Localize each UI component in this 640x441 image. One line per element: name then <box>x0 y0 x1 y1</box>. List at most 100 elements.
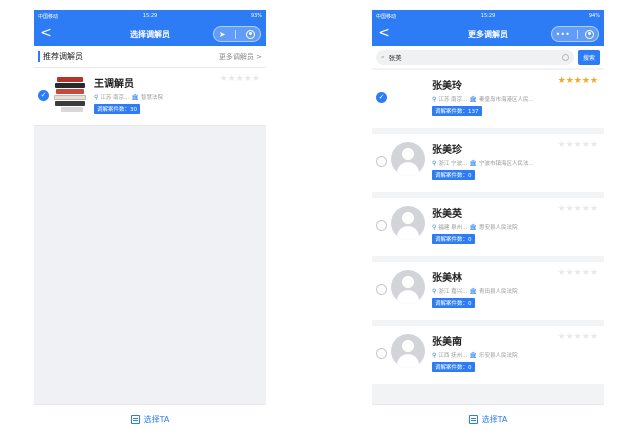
recommend-section-header: 推荐调解员 更多调解员 > <box>34 46 266 68</box>
unselected-radio-icon[interactable] <box>376 220 387 231</box>
unselected-radio-icon[interactable] <box>376 156 387 167</box>
location-arrow-icon[interactable]: ➤ <box>219 30 226 39</box>
doc-icon <box>468 415 478 424</box>
book-shape <box>55 101 85 106</box>
star-icon: ★ <box>565 140 574 150</box>
book-shape <box>56 89 84 94</box>
mediator-card[interactable]: 张美英 ★★★★★ ⚲ 福建 泉州... 🏛 惠安县人民法院 调解案件数：0 <box>372 198 604 256</box>
star-icon: ★ <box>573 268 582 278</box>
star-icon: ★ <box>219 74 228 84</box>
mediator-card[interactable]: 张美林 ★★★★★ ⚲ 浙江 嘉兴... 🏛 青田县人民法院 调解案件数：0 <box>372 262 604 320</box>
phone-select-mediator: 中国移动 15:29 93% < 选择调解员 ➤ 推荐调解员 更多调解员 > ✓… <box>34 10 266 434</box>
mediator-card[interactable]: ✓ 张美玲 ★★★★★ ⚲ 江苏 南京... 🏛 秦皇岛市海港区人民... 调解案件数：137 <box>372 70 604 128</box>
court-icon: 🏛 <box>469 287 478 295</box>
court-icon: 🏛 <box>469 351 478 359</box>
mediator-meta: ⚲ 浙江 嘉兴... 🏛 青田县人民法院 <box>432 287 518 296</box>
mediator-card[interactable]: 张美珍 ★★★★★ ⚲ 浙江 宁波... 🏛 宁波市镇海区人民法... 调解案件数：0 <box>372 134 604 192</box>
phone-more-mediators: 中国移动 15:29 94% < 更多调解员 ••• ⌕ 张美 搜索 ✓ 张美玲 ★… <box>372 10 604 434</box>
star-icon: ★ <box>581 140 590 150</box>
star-icon: ★ <box>589 268 598 278</box>
star-icon: ★ <box>557 332 566 342</box>
nav-bar: < 更多调解员 ••• <box>372 22 604 46</box>
location-pin-icon: ⚲ <box>432 159 437 167</box>
book-shape <box>61 107 83 112</box>
location-pin-icon: ⚲ <box>432 351 437 359</box>
target-icon[interactable] <box>246 29 256 39</box>
unselected-radio-icon[interactable] <box>376 284 387 295</box>
star-icon: ★ <box>589 76 598 86</box>
avatar <box>391 142 425 176</box>
star-icon: ★ <box>557 204 566 214</box>
mediator-card[interactable]: ✓ 王调解员 ★★★★★ ⚲ 江苏 南京... 🏛 智慧法院 调解案件数：30 <box>34 68 266 126</box>
carrier-label: 中国移动 <box>376 13 397 20</box>
star-icon: ★ <box>589 332 598 342</box>
clear-icon[interactable] <box>561 53 569 61</box>
avatar-body <box>397 290 419 304</box>
mediator-card[interactable]: 张美南 ★★★★★ ⚲ 江西 抚州... 🏛 乐安县人民法院 调解案件数：0 <box>372 326 604 384</box>
search-value: 张美 <box>388 54 402 62</box>
star-icon: ★ <box>565 332 574 342</box>
book-shape <box>55 83 85 88</box>
selected-check-icon[interactable]: ✓ <box>376 92 387 103</box>
case-count-badge: 调解案件数：137 <box>432 106 482 116</box>
rating-stars: ★★★★★ <box>558 332 598 342</box>
star-icon: ★ <box>557 268 566 278</box>
court-icon: 🏛 <box>131 93 140 101</box>
avatar <box>391 206 425 240</box>
section-title: 推荐调解员 <box>38 51 83 62</box>
more-mediators-link[interactable]: 更多调解员 > <box>219 52 262 62</box>
star-icon: ★ <box>581 76 590 86</box>
rating-stars: ★★★★★ <box>558 76 598 86</box>
star-icon: ★ <box>227 74 236 84</box>
mediator-court: 秦皇岛市海港区人民... <box>479 97 534 103</box>
book-shape <box>54 95 86 100</box>
status-bar: 中国移动 15:29 94% <box>372 10 604 22</box>
nav-bar: < 选择调解员 ➤ <box>34 22 266 46</box>
location-pin-icon: ⚲ <box>432 95 437 103</box>
mediator-name: 张美珍 <box>432 145 462 156</box>
mediator-name: 张美林 <box>432 273 462 284</box>
mediator-location: 江西 抚州... <box>438 353 468 359</box>
target-icon[interactable] <box>585 29 595 39</box>
mediator-location: 福建 泉州... <box>438 225 468 231</box>
mediator-list: ✓ 张美玲 ★★★★★ ⚲ 江苏 南京... 🏛 秦皇岛市海港区人民... 调解案件数：137… <box>372 68 604 404</box>
mediator-avatar <box>53 74 91 114</box>
mediator-name: 张美玲 <box>432 81 462 92</box>
unselected-radio-icon[interactable] <box>376 348 387 359</box>
search-bar: ⌕ 张美 搜索 <box>372 46 604 68</box>
select-ta-button[interactable]: 选择TA <box>372 404 604 434</box>
avatar-head <box>402 148 414 160</box>
mediator-meta: ⚲ 江苏 南京... 🏛 秦皇岛市海港区人民... <box>432 95 534 104</box>
select-ta-label: 选择TA <box>481 415 508 424</box>
star-icon: ★ <box>573 204 582 214</box>
court-icon: 🏛 <box>469 223 478 231</box>
star-icon: ★ <box>565 204 574 214</box>
mediator-meta: ⚲ 浙江 宁波... 🏛 宁波市镇海区人民法... <box>432 159 534 168</box>
court-icon: 🏛 <box>469 95 478 103</box>
select-ta-button[interactable]: 选择TA <box>34 404 266 434</box>
back-icon[interactable]: < <box>378 25 390 41</box>
star-icon: ★ <box>589 204 598 214</box>
search-icon: ⌕ <box>381 52 385 61</box>
mediator-location: 浙江 嘉兴... <box>438 289 468 295</box>
mini-capsule: ••• <box>551 26 599 42</box>
search-input[interactable]: ⌕ 张美 <box>376 49 574 65</box>
location-pin-icon: ⚲ <box>94 93 99 101</box>
capsule-divider <box>577 29 579 39</box>
mediator-court: 乐安县人民法院 <box>479 353 518 359</box>
back-icon[interactable]: < <box>40 25 52 41</box>
avatar-body <box>397 354 419 368</box>
mediator-court: 宁波市镇海区人民法... <box>479 161 534 167</box>
search-button[interactable]: 搜索 <box>577 49 600 65</box>
star-icon: ★ <box>235 74 244 84</box>
mediator-court: 青田县人民法院 <box>479 289 518 295</box>
capsule-divider <box>235 29 237 39</box>
battery-label: 93% <box>250 13 262 19</box>
selected-check-icon[interactable]: ✓ <box>38 90 49 101</box>
case-count-badge: 调解案件数：0 <box>432 234 475 244</box>
mini-capsule: ➤ <box>213 26 261 42</box>
avatar-head <box>402 212 414 224</box>
location-pin-icon: ⚲ <box>432 287 437 295</box>
book-shape <box>57 77 83 82</box>
more-dots-icon[interactable]: ••• <box>556 30 570 39</box>
